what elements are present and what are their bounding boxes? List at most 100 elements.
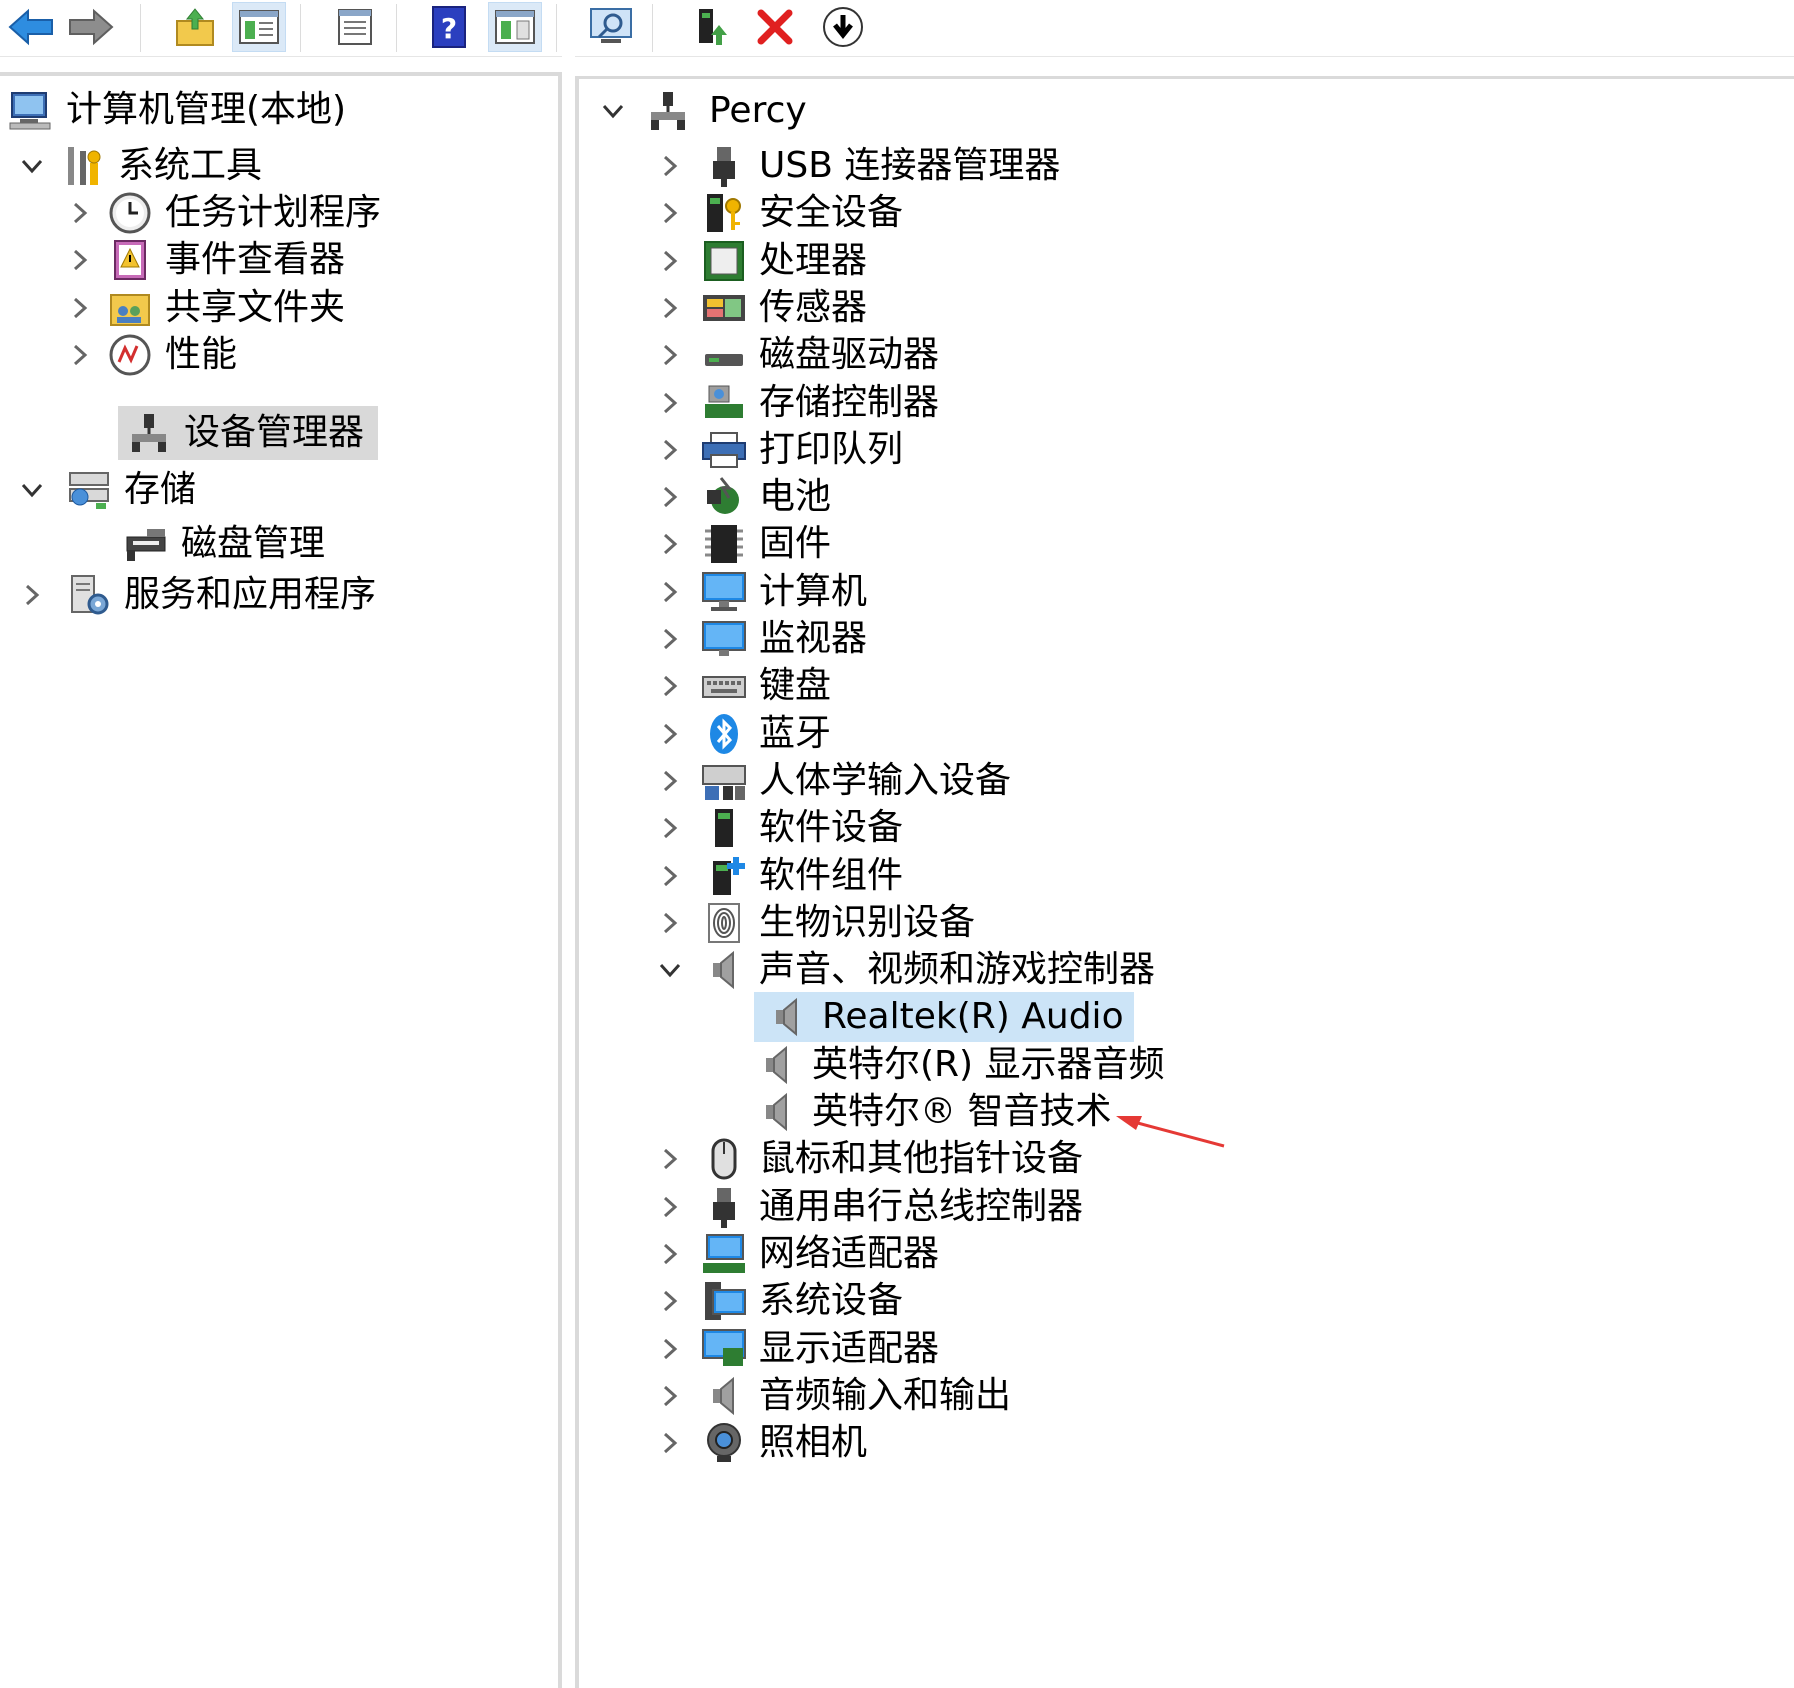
tree-item-disk-management[interactable]: 磁盘管理 xyxy=(123,519,325,569)
expand-chevron-right-icon[interactable] xyxy=(656,1287,684,1315)
device-category-17[interactable]: 声音、视频和游戏控制器 xyxy=(701,945,1155,995)
device-category-6[interactable]: 打印队列 xyxy=(701,425,903,475)
tree-item-label: 显示适配器 xyxy=(759,1328,940,1369)
expand-chevron-right-icon[interactable] xyxy=(656,1240,684,1268)
update-driver-button[interactable] xyxy=(684,2,738,52)
device-category-18[interactable]: 鼠标和其他指针设备 xyxy=(701,1134,1083,1184)
expand-chevron-right-icon[interactable] xyxy=(656,341,684,369)
device-category-4[interactable]: 磁盘驱动器 xyxy=(701,330,939,380)
tree-item-label: 处理器 xyxy=(759,240,868,281)
expand-chevron-right-icon[interactable] xyxy=(66,341,94,369)
expand-chevron-right-icon[interactable] xyxy=(656,625,684,653)
tree-item-system-tools[interactable]: 系统工具 xyxy=(60,141,262,191)
help-button[interactable]: ? xyxy=(422,2,476,52)
expand-chevron-right-icon[interactable] xyxy=(656,1145,684,1173)
uninstall-device-button[interactable] xyxy=(748,2,802,52)
sound-device-2[interactable]: 英特尔® 智音技术 xyxy=(754,1087,1111,1137)
hid-keyboard-icon xyxy=(701,758,747,804)
expand-chevron-right-icon[interactable] xyxy=(18,581,46,609)
device-category-14[interactable]: 软件设备 xyxy=(701,803,903,853)
display-adapter-icon xyxy=(701,1326,747,1372)
expand-chevron-right-icon[interactable] xyxy=(656,436,684,464)
device-category-7[interactable]: 电池 xyxy=(701,472,831,522)
device-category-19[interactable]: 通用串行总线控制器 xyxy=(701,1182,1083,1232)
expand-chevron-right-icon[interactable] xyxy=(656,578,684,606)
device-category-10[interactable]: 监视器 xyxy=(701,614,867,664)
usb-icon xyxy=(701,143,747,189)
device-category-24[interactable]: 照相机 xyxy=(701,1418,867,1468)
tree-item-label: 打印队列 xyxy=(759,429,904,470)
device-manager-icon xyxy=(126,410,172,456)
expand-chevron-right-icon[interactable] xyxy=(656,199,684,227)
sound-device-0[interactable]: Realtek(R) Audio xyxy=(754,992,1134,1042)
tree-item-label: USB 连接器管理器 xyxy=(759,145,1061,186)
expand-chevron-down-icon[interactable] xyxy=(599,97,627,125)
expand-chevron-right-icon[interactable] xyxy=(656,814,684,842)
device-category-8[interactable]: 固件 xyxy=(701,519,831,569)
device-tree-root-percy[interactable]: Percy xyxy=(645,86,807,136)
tree-item-storage[interactable]: 存储 xyxy=(66,465,196,515)
expand-chevron-right-icon[interactable] xyxy=(656,530,684,558)
expand-chevron-right-icon[interactable] xyxy=(656,247,684,275)
properties-button[interactable] xyxy=(328,2,382,52)
expand-chevron-right-icon[interactable] xyxy=(656,672,684,700)
sound-device-1[interactable]: 英特尔(R) 显示器音频 xyxy=(754,1040,1165,1090)
tree-item-event-viewer[interactable]: 事件查看器 xyxy=(107,235,345,285)
monitor-icon xyxy=(701,616,747,662)
device-category-20[interactable]: 网络适配器 xyxy=(701,1229,939,1279)
device-category-23[interactable]: 音频输入和输出 xyxy=(701,1371,1011,1421)
expand-chevron-right-icon[interactable] xyxy=(656,720,684,748)
device-category-9[interactable]: 计算机 xyxy=(701,567,867,617)
expand-chevron-down-icon[interactable] xyxy=(18,152,46,180)
expand-chevron-right-icon[interactable] xyxy=(656,294,684,322)
tree-item-label: 英特尔® 智音技术 xyxy=(812,1091,1112,1132)
tree-item-label: Percy xyxy=(709,90,807,131)
expand-chevron-right-icon[interactable] xyxy=(66,246,94,274)
expand-chevron-down-icon[interactable] xyxy=(656,956,684,984)
scan-hardware-button[interactable] xyxy=(584,2,638,52)
back-button[interactable] xyxy=(4,2,58,52)
tree-item-label: 音频输入和输出 xyxy=(759,1375,1012,1416)
disable-device-button[interactable] xyxy=(816,2,870,52)
tree-item-task-scheduler[interactable]: 任务计划程序 xyxy=(107,188,381,238)
device-category-5[interactable]: 存储控制器 xyxy=(701,378,939,428)
device-category-22[interactable]: 显示适配器 xyxy=(701,1324,939,1374)
expand-chevron-right-icon[interactable] xyxy=(656,389,684,417)
device-category-3[interactable]: 传感器 xyxy=(701,283,867,333)
device-category-21[interactable]: 系统设备 xyxy=(701,1276,903,1326)
expand-chevron-right-icon[interactable] xyxy=(656,1382,684,1410)
expand-chevron-right-icon[interactable] xyxy=(656,909,684,937)
svg-text:?: ? xyxy=(441,12,457,45)
speaker-icon xyxy=(701,1373,747,1419)
show-hide-action-pane-button[interactable] xyxy=(488,2,542,52)
expand-chevron-down-icon[interactable] xyxy=(18,476,46,504)
expand-chevron-right-icon[interactable] xyxy=(656,767,684,795)
device-category-12[interactable]: 蓝牙 xyxy=(701,709,831,759)
device-category-1[interactable]: 安全设备 xyxy=(701,188,903,238)
show-hide-console-tree-button[interactable] xyxy=(232,2,286,52)
tree-item-shared-folders[interactable]: 共享文件夹 xyxy=(107,283,345,333)
expand-chevron-right-icon[interactable] xyxy=(66,294,94,322)
expand-chevron-right-icon[interactable] xyxy=(656,1429,684,1457)
device-category-0[interactable]: USB 连接器管理器 xyxy=(701,141,1060,191)
tree-item-services-apps[interactable]: 服务和应用程序 xyxy=(66,570,376,620)
expand-chevron-right-icon[interactable] xyxy=(656,1193,684,1221)
device-category-16[interactable]: 生物识别设备 xyxy=(701,898,975,948)
computer-icon xyxy=(701,569,747,615)
expand-chevron-right-icon[interactable] xyxy=(656,152,684,180)
device-category-2[interactable]: 处理器 xyxy=(701,236,867,286)
tree-item-performance[interactable]: 性能 xyxy=(107,330,237,380)
device-category-11[interactable]: 键盘 xyxy=(701,661,831,711)
device-category-13[interactable]: 人体学输入设备 xyxy=(701,756,1011,806)
expand-chevron-right-icon[interactable] xyxy=(656,1335,684,1363)
tree-item-computer-management[interactable]: 计算机管理(本地) xyxy=(8,85,346,135)
expand-chevron-right-icon[interactable] xyxy=(656,483,684,511)
expand-chevron-right-icon[interactable] xyxy=(66,199,94,227)
expand-chevron-right-icon[interactable] xyxy=(656,862,684,890)
software-device-icon xyxy=(701,805,747,851)
device-category-15[interactable]: 软件组件 xyxy=(701,851,903,901)
up-one-level-button[interactable] xyxy=(168,2,222,52)
shared-folder-icon xyxy=(107,285,153,331)
forward-button[interactable] xyxy=(64,2,118,52)
tree-item-device-manager[interactable]: 设备管理器 xyxy=(118,406,378,460)
